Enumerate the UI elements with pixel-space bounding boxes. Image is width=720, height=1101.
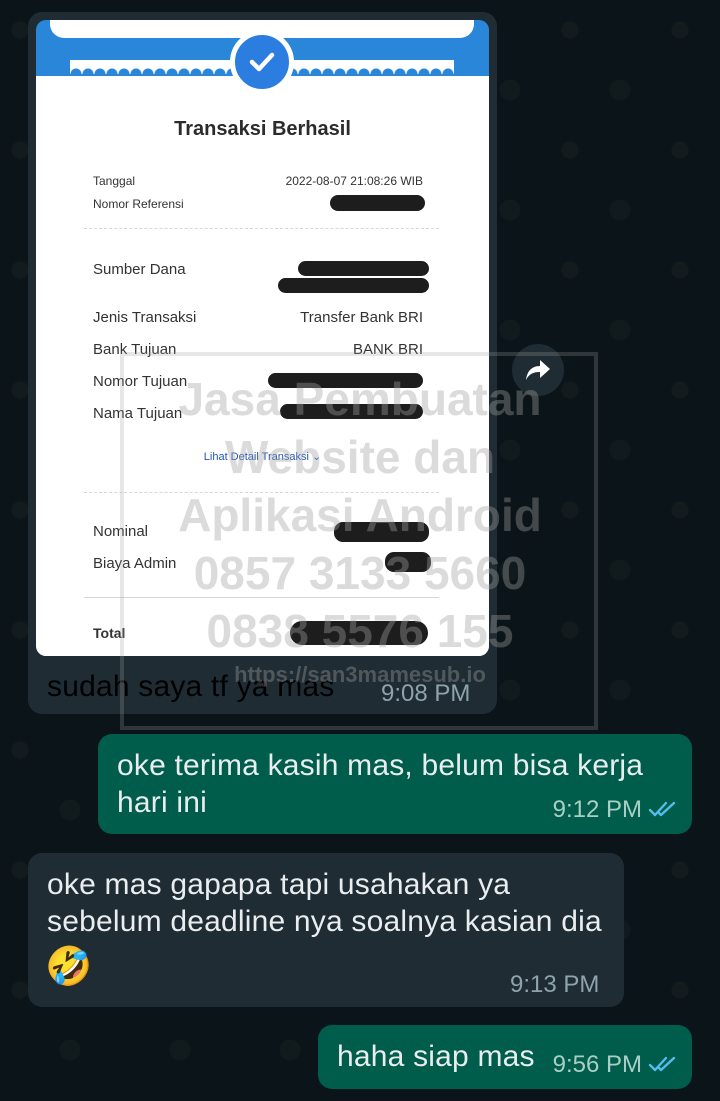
jenis-value: Transfer Bank BRI	[300, 309, 423, 326]
tanggal-row: Tanggal 2022-08-07 21:08:26 WIB	[93, 174, 423, 188]
outgoing-message[interactable]: oke terima kasih mas, belum bisa kerja h…	[98, 734, 692, 834]
outgoing-message[interactable]: haha siap mas 9:56 PM	[318, 1025, 692, 1089]
message-text: haha siap mas	[337, 1040, 535, 1073]
message-meta: 9:56 PM	[553, 1051, 678, 1080]
message-time: 9:12 PM	[552, 796, 642, 823]
double-check-icon	[648, 797, 678, 825]
redaction-sumber-1	[298, 261, 429, 276]
rofl-emoji-icon: 🤣	[45, 946, 93, 988]
watermark-frame	[120, 352, 598, 730]
incoming-message[interactable]: oke mas gapapa tapi usahakan ya sebelum …	[28, 853, 624, 1007]
message-text: oke mas gapapa tapi usahakan ya sebelum …	[47, 868, 602, 938]
separator	[84, 228, 439, 229]
message-meta: 9:12 PM	[553, 796, 678, 825]
double-check-icon	[648, 1052, 678, 1080]
sumber-label: Sumber Dana	[93, 261, 186, 278]
tanggal-value: 2022-08-07 21:08:26 WIB	[285, 174, 423, 188]
redaction-sumber-2	[278, 278, 429, 293]
receipt-title: Transaksi Berhasil	[174, 118, 351, 140]
jenis-row: Jenis Transaksi Transfer Bank BRI	[93, 309, 423, 326]
ref-label: Nomor Referensi	[93, 197, 184, 211]
tanggal-label: Tanggal	[93, 174, 136, 188]
success-check-icon	[230, 30, 294, 94]
jenis-label: Jenis Transaksi	[93, 309, 197, 326]
redaction-ref	[330, 195, 425, 211]
message-time: 9:13 PM	[510, 971, 600, 998]
message-time: 9:56 PM	[552, 1051, 642, 1078]
